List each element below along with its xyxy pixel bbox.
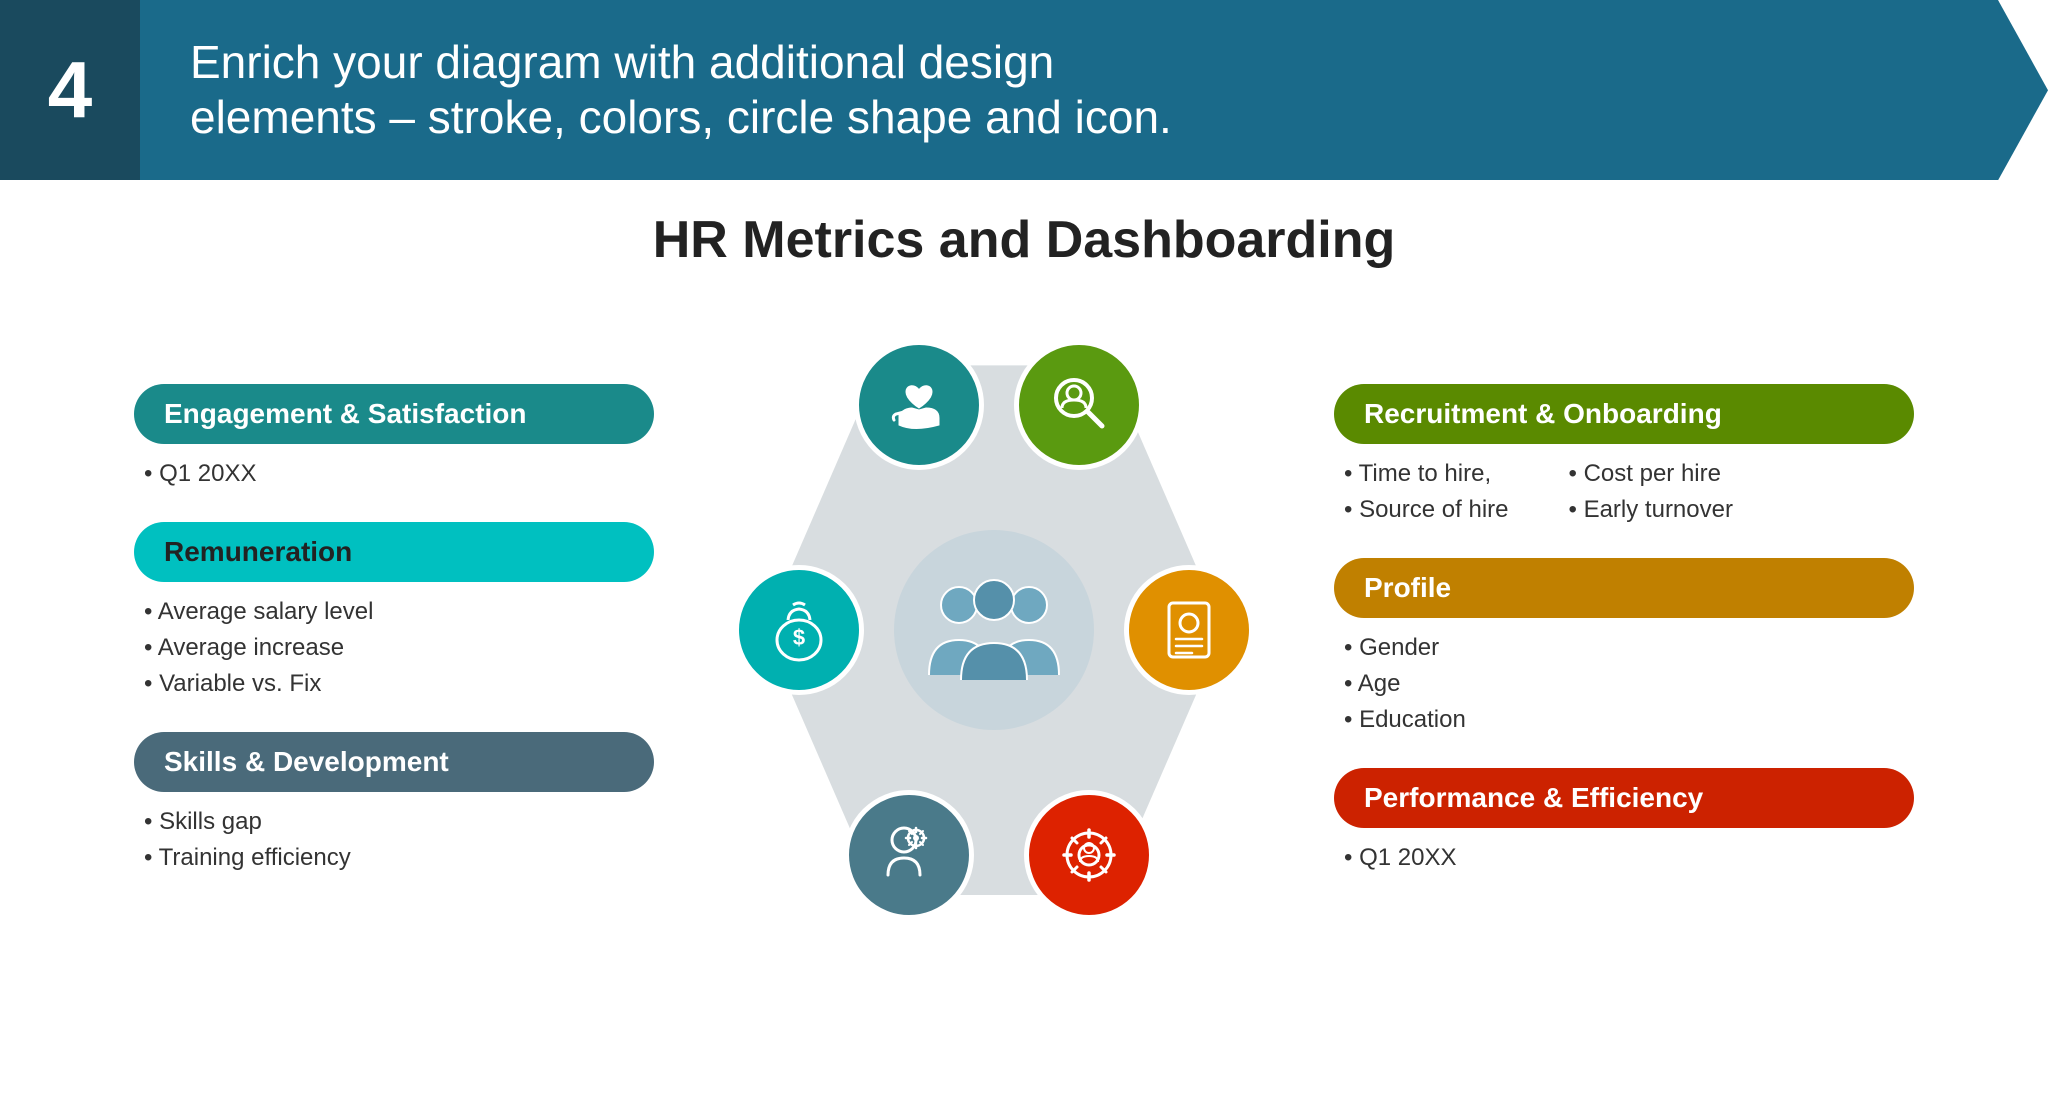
skills-section: Skills & Development Skills gap Training… — [134, 732, 654, 876]
performance-label: Performance & Efficiency — [1334, 768, 1914, 828]
remuneration-bullets: Average salary level Average increase Va… — [134, 594, 654, 702]
performance-icon-circle — [1024, 790, 1154, 920]
remuneration-section: Remuneration Average salary level Averag… — [134, 522, 654, 702]
engagement-section: Engagement & Satisfaction Q1 20XX — [134, 384, 654, 492]
skills-icon — [874, 820, 944, 890]
center-people-circle — [894, 530, 1094, 730]
banner-text: Enrich your diagram with additional desi… — [140, 0, 2048, 180]
profile-bullet-2: Age — [1344, 666, 1904, 702]
recruitment-bullets-col2: Cost per hire Early turnover — [1559, 456, 1743, 528]
engagement-label: Engagement & Satisfaction — [134, 384, 654, 444]
profile-section: Profile Gender Age Education — [1334, 558, 1914, 738]
recruitment-bullet-c1-2: Source of hire — [1344, 492, 1509, 528]
engagement-icon-circle — [854, 340, 984, 470]
people-icon — [919, 570, 1069, 690]
remuneration-bullet-2: Average increase — [144, 630, 644, 666]
engagement-icon — [884, 370, 954, 440]
recruitment-icon-circle — [1014, 340, 1144, 470]
recruitment-bullet-c2-2: Early turnover — [1569, 492, 1733, 528]
skills-icon-circle — [844, 790, 974, 920]
left-panel: Engagement & Satisfaction Q1 20XX Remune… — [134, 384, 654, 876]
engagement-bullet-1: Q1 20XX — [144, 456, 644, 492]
recruitment-section: Recruitment & Onboarding Time to hire, S… — [1334, 384, 1914, 528]
banner-line1: Enrich your diagram with additional desi… — [190, 36, 1054, 88]
performance-bullets: Q1 20XX — [1334, 840, 1914, 876]
header-section: 4 Enrich your diagram with additional de… — [0, 0, 2048, 180]
performance-bullet-1: Q1 20XX — [1344, 840, 1904, 876]
banner-line2: elements – stroke, colors, circle shape … — [190, 91, 1172, 143]
profile-bullets: Gender Age Education — [1334, 630, 1914, 738]
skills-bullet-2: Training efficiency — [144, 840, 644, 876]
remuneration-label: Remuneration — [134, 522, 654, 582]
content-area: Engagement & Satisfaction Q1 20XX Remune… — [0, 320, 2048, 940]
svg-text:$: $ — [793, 625, 805, 650]
recruitment-bullets-col1: Time to hire, Source of hire — [1334, 456, 1519, 528]
profile-icon-circle — [1124, 565, 1254, 695]
skills-bullets: Skills gap Training efficiency — [134, 804, 654, 876]
profile-bullet-3: Education — [1344, 702, 1904, 738]
engagement-bullets: Q1 20XX — [134, 456, 654, 492]
remuneration-bullet-3: Variable vs. Fix — [144, 666, 644, 702]
profile-label: Profile — [1334, 558, 1914, 618]
step-number: 4 — [0, 0, 140, 180]
performance-section: Performance & Efficiency Q1 20XX — [1334, 768, 1914, 876]
skills-label: Skills & Development — [134, 732, 654, 792]
skills-bullet-1: Skills gap — [144, 804, 644, 840]
right-panel: Recruitment & Onboarding Time to hire, S… — [1334, 384, 1914, 876]
recruitment-bullet-c2-1: Cost per hire — [1569, 456, 1733, 492]
performance-icon — [1054, 820, 1124, 890]
profile-bullet-1: Gender — [1344, 630, 1904, 666]
recruitment-label: Recruitment & Onboarding — [1334, 384, 1914, 444]
recruitment-icon — [1044, 370, 1114, 440]
remuneration-icon: $ — [764, 595, 834, 665]
remuneration-bullet-1: Average salary level — [144, 594, 644, 630]
recruitment-bullet-c1-1: Time to hire, — [1344, 456, 1509, 492]
main-title: HR Metrics and Dashboarding — [0, 210, 2048, 270]
profile-icon — [1154, 595, 1224, 665]
remuneration-icon-circle: $ — [734, 565, 864, 695]
recruitment-bullets: Time to hire, Source of hire Cost per hi… — [1334, 456, 1914, 528]
center-diagram: $ — [714, 320, 1274, 940]
